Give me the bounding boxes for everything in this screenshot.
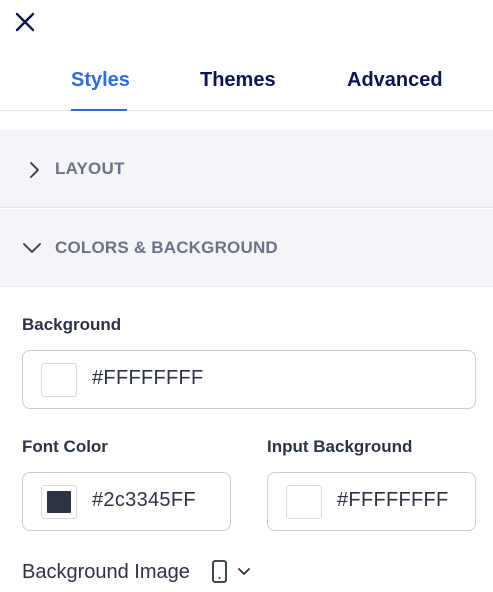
font-color-swatch[interactable] — [41, 485, 77, 519]
tab-advanced[interactable]: Advanced — [347, 69, 443, 92]
background-color-swatch[interactable] — [41, 363, 77, 397]
font-color-label: Font Color — [22, 437, 108, 456]
background-label: Background — [22, 315, 122, 334]
tab-styles[interactable]: Styles — [71, 69, 130, 92]
input-background-color-swatch[interactable] — [286, 485, 322, 519]
chevron-right-icon — [30, 162, 39, 178]
chevron-down-icon — [23, 243, 41, 253]
section-colors-label: COLORS & BACKGROUND — [55, 238, 278, 257]
input-background-label: Input Background — [267, 437, 413, 456]
tab-bar: Styles Themes Advanced — [0, 56, 493, 111]
input-background-color-input[interactable]: #FFFFFFFF — [267, 472, 476, 531]
section-layout-header[interactable]: LAYOUT — [0, 130, 493, 208]
section-spacer — [0, 111, 493, 130]
section-colors-header[interactable]: COLORS & BACKGROUND — [0, 209, 493, 287]
tab-themes[interactable]: Themes — [200, 69, 276, 92]
background-color-value: #FFFFFFFF — [92, 367, 204, 389]
section-layout-label: LAYOUT — [55, 159, 125, 178]
close-icon — [15, 12, 35, 32]
device-selector[interactable] — [210, 559, 254, 585]
mobile-device-icon — [212, 560, 227, 583]
input-background-color-value: #FFFFFFFF — [337, 489, 449, 511]
font-color-value: #2c3345FF — [92, 489, 196, 511]
font-color-input[interactable]: #2c3345FF — [22, 472, 231, 531]
chevron-down-icon — [238, 568, 250, 575]
background-color-input[interactable]: #FFFFFFFF — [22, 350, 476, 409]
close-button[interactable] — [12, 9, 38, 35]
background-image-label: Background Image — [22, 561, 190, 583]
